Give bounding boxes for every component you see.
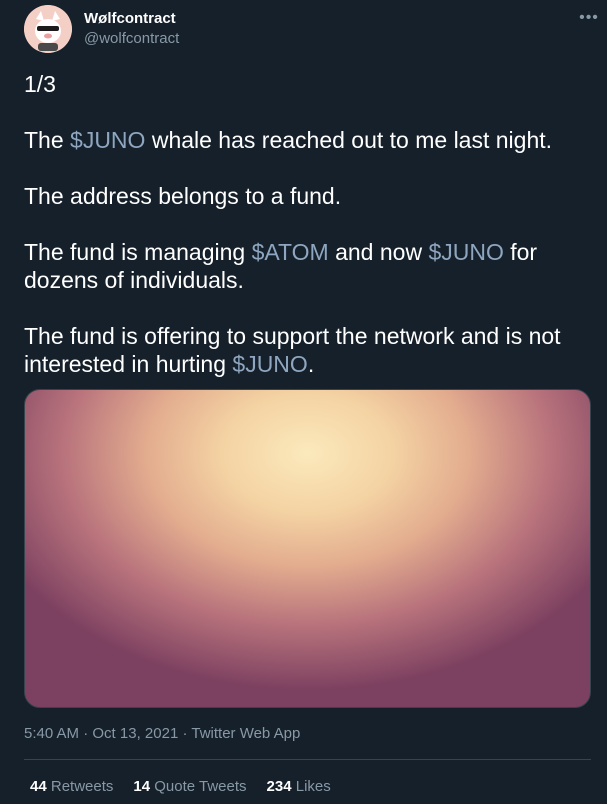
quote-tweets-count: 14 [133,778,151,795]
tweet-stats: 44 Retweets 14 Quote Tweets 234 Likes [30,777,331,797]
tweet-media-image[interactable] [24,389,591,708]
tweet-line-3: The address belongs to a fund. [24,182,594,210]
quote-tweets-stat[interactable]: 14 Quote Tweets [133,777,246,797]
cashtag-link[interactable]: $JUNO [70,127,145,153]
tweet-line-5: The fund is offering to support the netw… [24,322,594,378]
likes-stat[interactable]: 234 Likes [267,777,331,797]
retweets-stat[interactable]: 44 Retweets [30,777,113,797]
quote-tweets-label: Quote Tweets [150,778,247,795]
author-names: Wølfcontract @wolfcontract [84,9,179,49]
text-segment: The address belongs to a fund. [24,183,342,209]
divider [24,759,591,760]
text-segment: whale has reached out to me last night. [145,127,553,153]
wolf-avatar-graphic [24,5,72,53]
tweet-date[interactable]: Oct 13, 2021 [92,725,178,742]
likes-count: 234 [266,778,292,795]
tweet-time[interactable]: 5:40 AM [24,725,79,742]
tweet: Wølfcontract @wolfcontract ••• 1/3 The $… [0,0,607,804]
text-segment: The fund is managing [24,239,252,265]
wolf-avatar-icon[interactable] [24,5,72,53]
retweets-label: Retweets [46,778,114,795]
more-icon[interactable]: ••• [577,6,601,30]
likes-label: Likes [291,778,331,795]
thread-counter: 1/3 [24,71,56,97]
tweet-line-2: The $JUNO whale has reached out to me la… [24,126,594,154]
separator: · [178,725,192,742]
author-handle[interactable]: @wolfcontract [84,29,179,49]
text-segment: The [24,127,71,153]
cashtag-link[interactable]: $JUNO [232,351,307,377]
cashtag-link[interactable]: $JUNO [428,239,503,265]
separator: · [79,725,93,742]
text-segment: . [307,351,315,377]
tweet-timestamp: 5:40 AM · Oct 13, 2021 · Twitter Web App [24,724,300,744]
cashtag-link[interactable]: $ATOM [252,239,329,265]
author-display-name[interactable]: Wølfcontract [84,9,179,29]
tweet-text: 1/3 The $JUNO whale has reached out to m… [24,70,594,406]
tweet-line-1: 1/3 [24,70,594,98]
tweet-source[interactable]: Twitter Web App [191,725,300,742]
tweet-header: Wølfcontract @wolfcontract [24,4,591,54]
tweet-line-4: The fund is managing $ATOM and now $JUNO… [24,238,594,294]
text-segment: and now [328,239,429,265]
retweets-count: 44 [30,778,47,795]
